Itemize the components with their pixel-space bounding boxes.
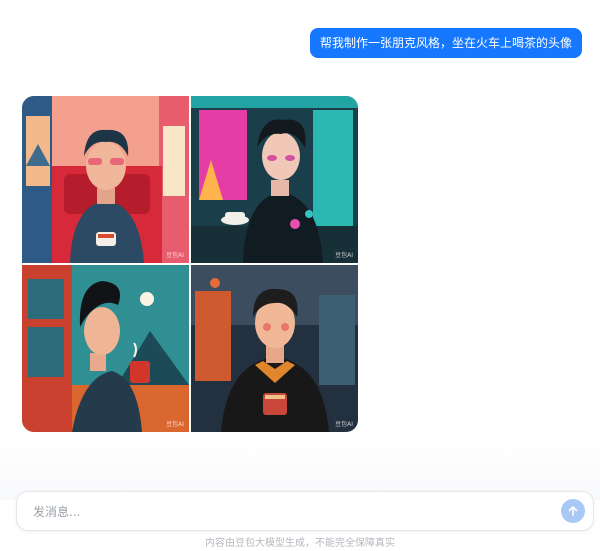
- punk-tea-train-illustration-4: [191, 265, 358, 432]
- image-watermark: 豆包AI: [335, 421, 353, 428]
- generated-image-3[interactable]: 豆包AI: [22, 265, 189, 432]
- punk-tea-train-illustration-3: [22, 265, 189, 432]
- image-watermark: 豆包AI: [335, 252, 353, 259]
- user-message-bubble: 帮我制作一张朋克风格，坐在火车上喝茶的头像: [309, 28, 582, 58]
- message-composer: [16, 491, 594, 532]
- message-input[interactable]: [31, 492, 535, 532]
- punk-tea-train-illustration-2: [191, 96, 358, 263]
- generated-image-4[interactable]: 豆包AI: [191, 265, 358, 432]
- generated-image-1[interactable]: 豆包AI: [22, 96, 189, 263]
- send-button[interactable]: [561, 499, 585, 523]
- chat-view: 帮我制作一张朋克风格，坐在火车上喝茶的头像 豆包AI 豆包AI 豆包AI 豆包A…: [0, 0, 600, 549]
- image-watermark: 豆包AI: [166, 252, 184, 259]
- ai-disclaimer: 内容由豆包大模型生成，不能完全保障真实: [205, 538, 395, 549]
- image-watermark: 豆包AI: [166, 421, 184, 428]
- arrow-up-icon: [568, 506, 578, 516]
- punk-tea-train-illustration-1: [22, 96, 189, 263]
- generated-image-grid: 豆包AI 豆包AI 豆包AI 豆包AI: [22, 96, 358, 432]
- generated-image-2[interactable]: 豆包AI: [191, 96, 358, 263]
